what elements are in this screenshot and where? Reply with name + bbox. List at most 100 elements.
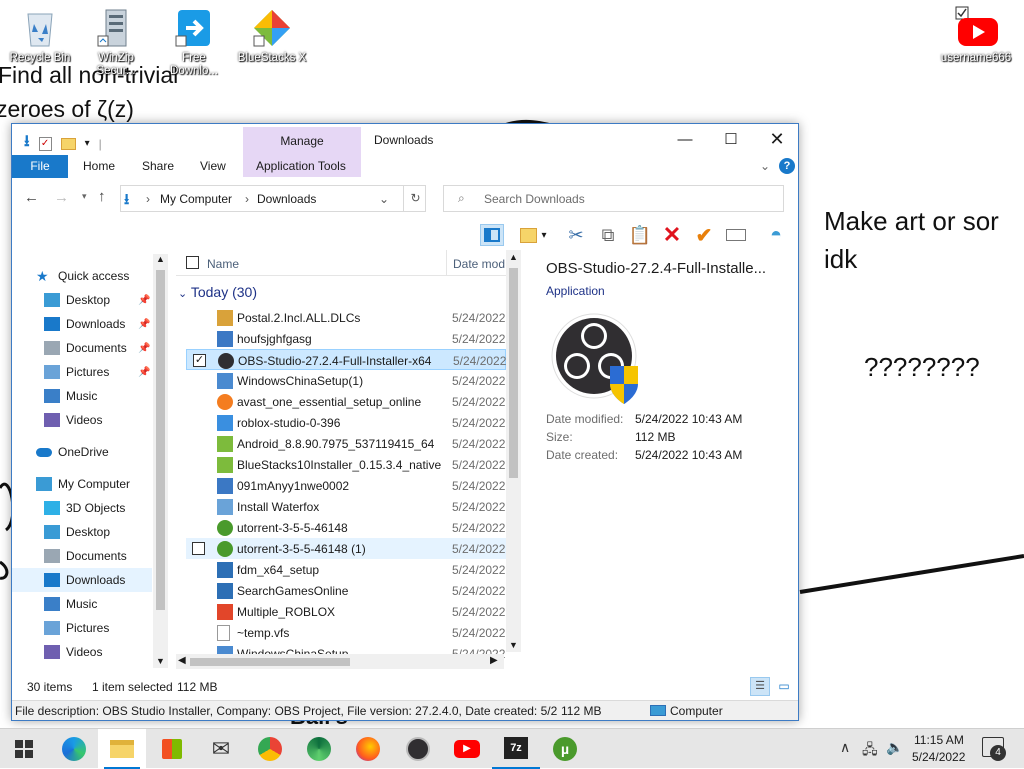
- properties-icon[interactable]: ✓: [38, 136, 52, 151]
- taskbar-mail[interactable]: ✉: [197, 729, 245, 769]
- nav-item-pictures[interactable]: Pictures 📌: [12, 360, 152, 384]
- delete-icon[interactable]: ✕: [660, 222, 684, 247]
- desktop-icon-recycle-bin[interactable]: Recycle Bin: [4, 6, 76, 65]
- rename-check-icon[interactable]: ✔: [692, 224, 716, 247]
- desktop-icon-free-download[interactable]: Free Downlo...: [158, 6, 230, 78]
- copy-icon[interactable]: ⧉: [596, 224, 620, 246]
- refresh-button[interactable]: ↻: [403, 186, 427, 211]
- file-row[interactable]: utorrent-3-5-5-46148 5/24/2022: [186, 517, 506, 538]
- file-row[interactable]: utorrent-3-5-5-46148 (1) 5/24/2022: [186, 538, 506, 559]
- recent-locations-icon[interactable]: ▾: [82, 191, 87, 202]
- dropdown-icon[interactable]: ▾: [538, 224, 550, 246]
- nav-item-music[interactable]: Music: [12, 592, 152, 616]
- rename-icon[interactable]: [724, 224, 748, 246]
- nav-item-videos[interactable]: Videos: [12, 640, 152, 664]
- desktop-icon-bluestacks-x[interactable]: BlueStacks X: [236, 6, 308, 65]
- close-button[interactable]: ✕: [754, 124, 800, 154]
- file-row[interactable]: BlueStacks10Installer_0.15.3.4_native 5/2…: [186, 454, 506, 475]
- file-row[interactable]: Multiple_ROBLOX 5/24/2022: [186, 601, 506, 622]
- column-date-modified[interactable]: Date mod: [446, 250, 506, 276]
- back-button[interactable]: ←: [24, 189, 39, 206]
- file-row[interactable]: ~temp.vfs 5/24/2022: [186, 622, 506, 643]
- nav-item-pictures[interactable]: Pictures: [12, 616, 152, 640]
- show-hidden-icons-icon[interactable]: ∧: [840, 739, 850, 756]
- taskbar-utorrent[interactable]: µ: [541, 729, 589, 769]
- file-row[interactable]: Android_8.8.90.7975_537119415_64 5/24/202…: [186, 433, 506, 454]
- address-bar[interactable]: ⭳ › My Computer › Downloads ⌄ ↻: [120, 185, 426, 212]
- forward-button[interactable]: →: [54, 189, 69, 206]
- file-row[interactable]: houfsjghfgasg 5/24/2022: [186, 328, 506, 349]
- title-bar[interactable]: ⭳ ✓ ▾ | Downloads — ☐ ✕: [12, 124, 798, 154]
- desktop-icon-youtube[interactable]: username666: [940, 6, 1012, 65]
- nav-item-downloads[interactable]: Downloads 📌: [12, 312, 152, 336]
- file-row[interactable]: Postal.2.Incl.ALL.DLCs 5/24/2022: [186, 307, 506, 328]
- file-row[interactable]: 091mAnyy1nwe0002 5/24/2022: [186, 475, 506, 496]
- scroll-thumb[interactable]: [156, 270, 165, 610]
- taskbar-edge[interactable]: [50, 729, 98, 769]
- scroll-right-icon[interactable]: ▶: [490, 655, 498, 666]
- tab-home[interactable]: Home: [83, 159, 115, 173]
- file-row[interactable]: fdm_x64_setup 5/24/2022: [186, 559, 506, 580]
- file-row[interactable]: ✓ OBS-Studio-27.2.4-Full-Installer-x64 5/2…: [186, 349, 506, 370]
- new-folder-icon[interactable]: [60, 137, 76, 150]
- file-row[interactable]: SearchGamesOnline 5/24/2022: [186, 580, 506, 601]
- group-header[interactable]: ⌄ Today (30): [178, 284, 257, 300]
- scroll-down-icon[interactable]: ▼: [509, 640, 518, 650]
- file-row[interactable]: roblox-studio-0-396 5/24/2022: [186, 412, 506, 433]
- clock-date[interactable]: 5/24/2022: [912, 750, 965, 764]
- nav-item-quick-access[interactable]: ★ Quick access: [12, 264, 152, 288]
- list-scrollbar[interactable]: ▲ ▼: [506, 250, 521, 652]
- customize-toolbar-icon[interactable]: ▾: [85, 138, 90, 149]
- nav-item-desktop[interactable]: Desktop 📌: [12, 288, 152, 312]
- nav-item-downloads[interactable]: Downloads: [12, 568, 152, 592]
- taskbar-youtube[interactable]: ▶: [443, 729, 491, 769]
- file-row[interactable]: WindowsChinaSetup(1) 5/24/2022: [186, 370, 506, 391]
- select-all-checkbox[interactable]: [186, 256, 199, 269]
- scroll-down-icon[interactable]: ▼: [156, 656, 165, 666]
- taskbar-chrome[interactable]: [246, 729, 294, 769]
- file-row[interactable]: avast_one_essential_setup_online 5/24/202…: [186, 391, 506, 412]
- taskbar-obs[interactable]: [394, 729, 442, 769]
- tab-share[interactable]: Share: [142, 159, 174, 173]
- nav-item-music[interactable]: Music: [12, 384, 152, 408]
- expand-ribbon-icon[interactable]: ⌄: [760, 159, 770, 173]
- row-checkbox[interactable]: [192, 542, 205, 555]
- nav-item-documents[interactable]: Documents: [12, 544, 152, 568]
- volume-icon[interactable]: 🔈: [886, 739, 903, 756]
- breadcrumb-downloads[interactable]: Downloads: [257, 192, 316, 206]
- breadcrumb-my-computer[interactable]: My Computer: [160, 192, 232, 206]
- nav-item-onedrive[interactable]: OneDrive: [12, 440, 152, 464]
- taskbar-file-explorer[interactable]: [98, 729, 146, 769]
- nav-item-my-computer[interactable]: My Computer: [12, 472, 152, 496]
- preview-pane-button[interactable]: [480, 224, 504, 246]
- horizontal-scrollbar[interactable]: ◀ ▶: [176, 654, 504, 669]
- maximize-button[interactable]: ☐: [708, 124, 754, 154]
- details-view-button[interactable]: ☰: [750, 677, 770, 696]
- address-dropdown-icon[interactable]: ⌄: [379, 192, 389, 206]
- desktop-icon-winzip[interactable]: WinZip Secur...: [80, 6, 152, 78]
- nav-item-3d-objects[interactable]: 3D Objects: [12, 496, 152, 520]
- taskbar-edge-dev[interactable]: [295, 729, 343, 769]
- up-button[interactable]: ↑: [98, 188, 106, 205]
- clock-time[interactable]: 11:15 AM: [914, 733, 964, 747]
- scroll-left-icon[interactable]: ◀: [178, 655, 186, 666]
- paste-icon[interactable]: 📋: [628, 224, 652, 246]
- file-row[interactable]: Install Waterfox 5/24/2022: [186, 496, 506, 517]
- nav-item-documents[interactable]: Documents 📌: [12, 336, 152, 360]
- scroll-thumb[interactable]: [190, 658, 350, 666]
- column-name[interactable]: Name: [207, 257, 239, 271]
- taskbar-7zip[interactable]: 7z: [492, 729, 540, 769]
- tab-view[interactable]: View: [200, 159, 226, 173]
- start-button[interactable]: [0, 729, 48, 769]
- properties-button[interactable]: [516, 224, 540, 246]
- taskbar-firefox[interactable]: [344, 729, 392, 769]
- taskbar-store[interactable]: [148, 729, 196, 769]
- cut-icon[interactable]: ✂: [564, 224, 588, 246]
- row-checkbox[interactable]: ✓: [193, 354, 206, 367]
- scroll-thumb[interactable]: [509, 268, 518, 478]
- search-box[interactable]: ⌕ Search Downloads: [443, 185, 784, 212]
- network-icon[interactable]: 🖧: [862, 739, 878, 763]
- minimize-button[interactable]: —: [662, 124, 708, 154]
- scroll-up-icon[interactable]: ▲: [156, 254, 165, 264]
- scroll-up-icon[interactable]: ▲: [509, 252, 518, 262]
